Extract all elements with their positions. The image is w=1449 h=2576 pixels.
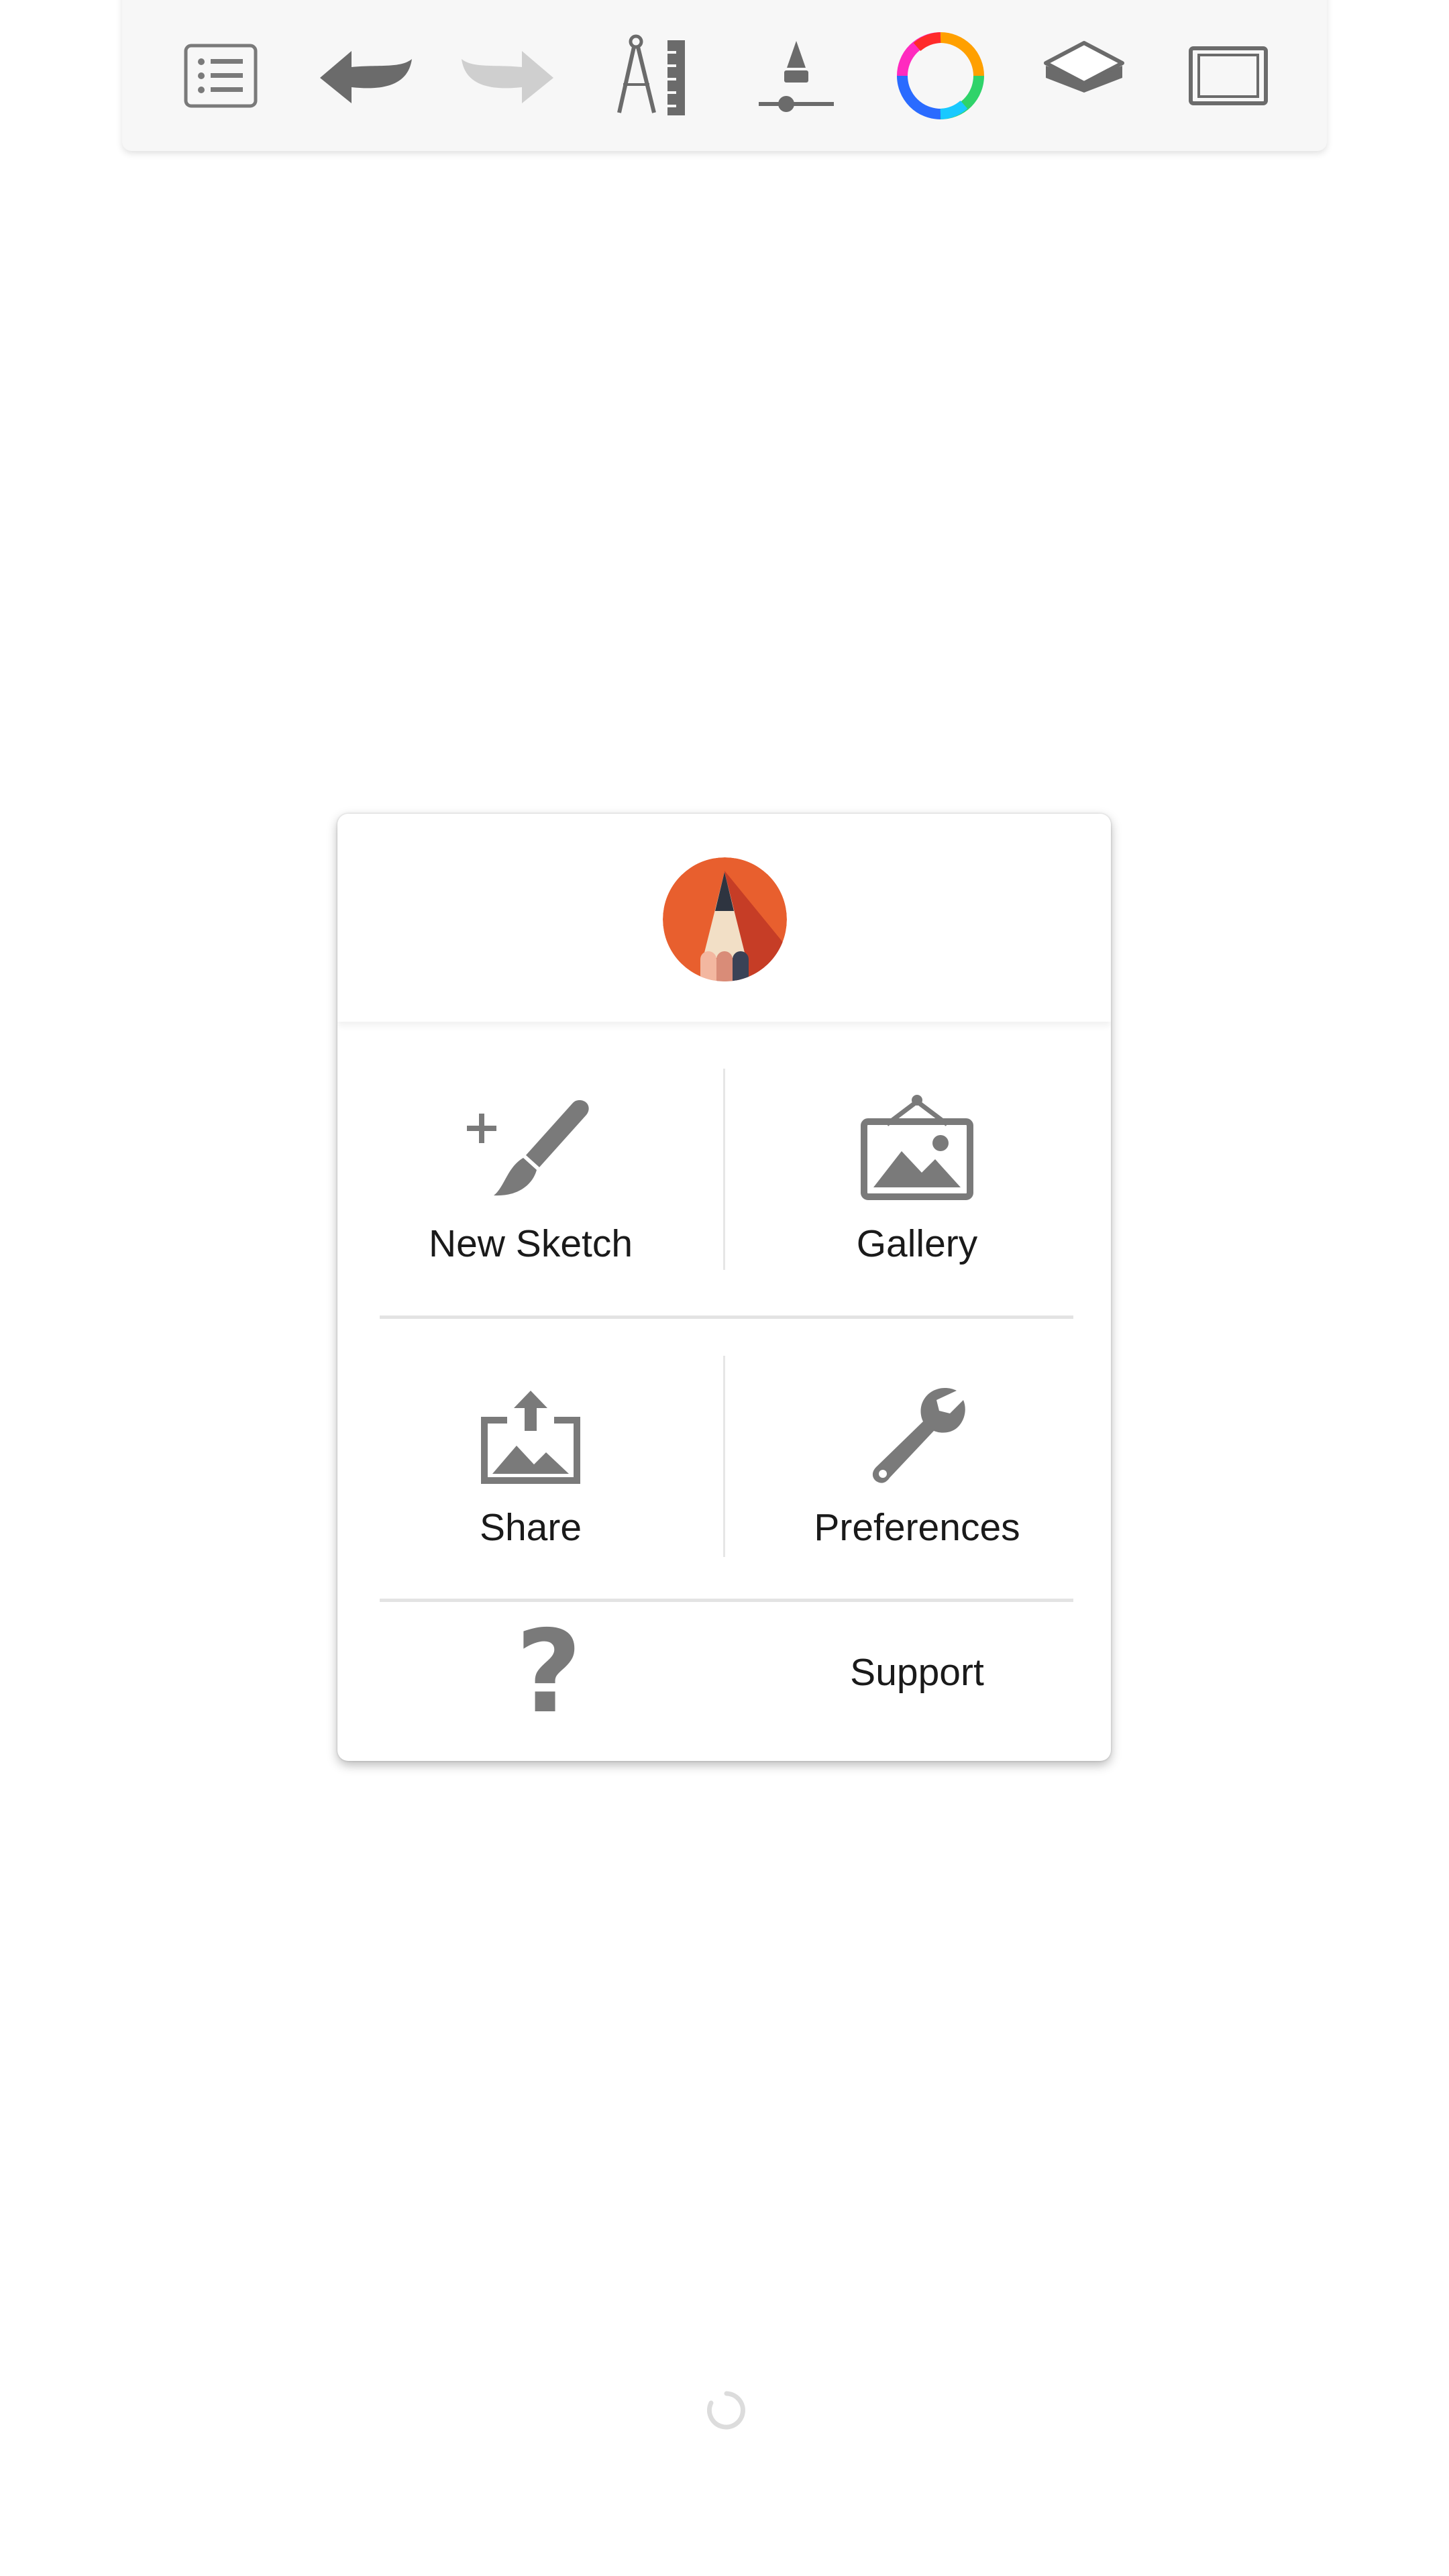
- share-icon: [464, 1357, 598, 1485]
- main-menu-card: New Sketch Gallery Share Preferences ? S…: [337, 814, 1111, 1761]
- gallery-icon: [850, 1073, 984, 1201]
- redo-icon[interactable]: [455, 22, 562, 129]
- row-divider-2: [380, 1599, 1073, 1602]
- sketchbook-logo: [663, 857, 787, 981]
- row1-divider: [723, 1069, 725, 1270]
- gallery-button[interactable]: Gallery: [724, 1073, 1110, 1263]
- top-toolbar: [122, 0, 1327, 151]
- loading-spinner-icon: [706, 2391, 745, 2430]
- new-brush-icon: [464, 1073, 598, 1201]
- app-screen: New Sketch Gallery Share Preferences ? S…: [0, 0, 1449, 2576]
- support-button[interactable]: ? Support: [337, 1609, 1111, 1736]
- list-icon[interactable]: [167, 22, 274, 129]
- row-divider-1: [380, 1316, 1073, 1319]
- share-button[interactable]: Share: [337, 1357, 724, 1547]
- preferences-label: Preferences: [814, 1506, 1020, 1549]
- color-wheel-icon[interactable]: [887, 22, 994, 129]
- row2-divider: [723, 1356, 725, 1557]
- undo-icon[interactable]: [311, 22, 419, 129]
- wrench-icon: [850, 1357, 984, 1485]
- new-sketch-label: New Sketch: [428, 1222, 633, 1265]
- share-label: Share: [479, 1506, 582, 1549]
- ruler-compass-icon[interactable]: [599, 22, 706, 129]
- preferences-button[interactable]: Preferences: [724, 1357, 1110, 1547]
- menu-header: [337, 814, 1111, 1022]
- brush-size-icon[interactable]: [743, 22, 850, 129]
- gallery-label: Gallery: [856, 1222, 978, 1265]
- help-question-glyph: ?: [515, 1606, 582, 1739]
- help-question-icon: ?: [498, 1609, 599, 1736]
- layers-icon[interactable]: [1030, 22, 1138, 129]
- new-sketch-button[interactable]: New Sketch: [337, 1073, 724, 1263]
- support-label: Support: [850, 1651, 984, 1694]
- canvas-frame-icon[interactable]: [1175, 22, 1282, 129]
